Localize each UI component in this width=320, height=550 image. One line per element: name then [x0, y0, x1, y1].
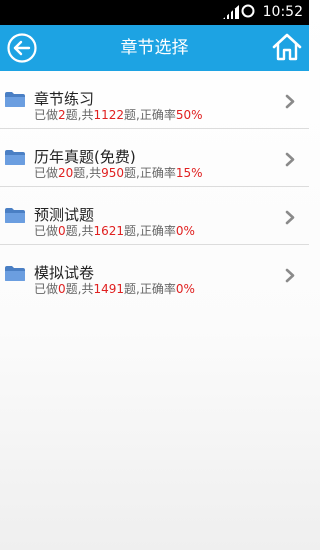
item-stats: 已做2题,共1122题,正确率50%	[34, 108, 203, 122]
chevron-right-icon	[285, 268, 295, 283]
status-bar: 10:52	[0, 0, 309, 25]
chevron-right-icon	[285, 210, 295, 225]
signal-icon	[223, 5, 239, 19]
list-item[interactable]: 章节练习 已做2题,共1122题,正确率50%	[0, 71, 309, 129]
item-name: 历年真题(免费)	[34, 148, 136, 166]
done-count: 2	[58, 108, 66, 122]
title-bar: 章节选择	[0, 25, 309, 71]
chevron-right-icon	[285, 152, 295, 167]
accuracy: 0%	[175, 282, 195, 296]
item-name: 预测试题	[34, 206, 95, 224]
list-item[interactable]: 预测试题 已做0题,共1621题,正确率0%	[0, 187, 309, 245]
accuracy: 15%	[175, 166, 203, 180]
list-item[interactable]: 模拟试卷 已做0题,共1491题,正确率0%	[0, 245, 309, 302]
status-time: 10:52	[262, 4, 303, 20]
done-count: 0	[58, 282, 66, 296]
folder-icon	[5, 150, 25, 165]
total-count: 1491	[93, 282, 125, 296]
accuracy: 50%	[175, 108, 203, 122]
done-count: 20	[58, 166, 74, 180]
folder-icon	[5, 92, 25, 107]
folder-icon	[5, 266, 25, 281]
accuracy: 0%	[175, 224, 195, 238]
page-title: 章节选择	[120, 38, 189, 58]
item-stats: 已做0题,共1491题,正确率0%	[34, 282, 195, 296]
item-name: 章节练习	[34, 90, 95, 108]
item-name: 模拟试卷	[34, 264, 95, 282]
folder-icon	[5, 208, 25, 223]
total-count: 1122	[93, 108, 125, 122]
total-count: 950	[101, 166, 125, 180]
chapter-list: 章节练习 已做2题,共1122题,正确率50% 历年真题(免费) 已做20题,共…	[0, 71, 309, 302]
total-count: 1621	[93, 224, 125, 238]
home-icon[interactable]	[271, 31, 303, 63]
chevron-right-icon	[285, 94, 295, 109]
sync-icon	[241, 4, 255, 18]
item-stats: 已做0题,共1621题,正确率0%	[34, 224, 195, 238]
list-item[interactable]: 历年真题(免费) 已做20题,共950题,正确率15%	[0, 129, 309, 187]
done-count: 0	[58, 224, 66, 238]
item-stats: 已做20题,共950题,正确率15%	[34, 166, 203, 180]
